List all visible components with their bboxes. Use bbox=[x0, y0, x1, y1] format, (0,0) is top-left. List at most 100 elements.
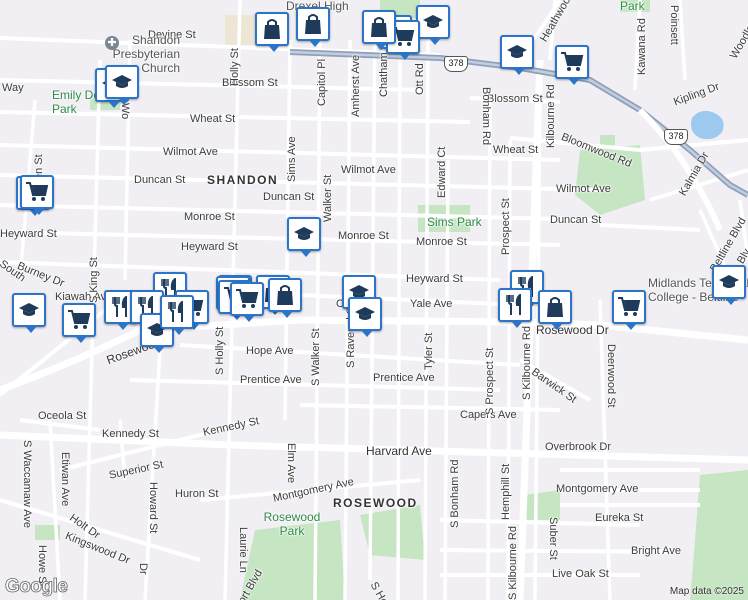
route-shield-378: 378 bbox=[444, 56, 468, 72]
neighborhood-shandon: SHANDON bbox=[207, 173, 279, 187]
map-marker-shopping-bag[interactable] bbox=[538, 290, 572, 330]
street-label-wheat: Wheat St bbox=[190, 113, 236, 125]
street-label-laurie: Laurie Ln bbox=[237, 527, 249, 573]
shopping-cart-icon bbox=[25, 181, 49, 203]
street-label-capitol: Capitol Pl bbox=[316, 58, 328, 106]
street-label-kilbourne: Kilbourne Rd bbox=[545, 84, 557, 148]
street-label-bright: Bright Ave bbox=[631, 545, 681, 557]
map-marker-shopping-bag[interactable] bbox=[268, 278, 302, 318]
street-label-sims: Sims Ave bbox=[286, 136, 298, 182]
street-label-hemphill: Hemphill St bbox=[500, 463, 512, 520]
street-label-kilbourne-south: S Kilbourne Rd bbox=[521, 326, 533, 400]
map-marker-shopping-cart[interactable] bbox=[230, 282, 264, 322]
street-label-heyward: Heyward St bbox=[181, 241, 238, 253]
route-shield-378-east: 378 bbox=[664, 129, 688, 145]
street-label-blossom-east: Blossom St bbox=[487, 93, 543, 105]
street-label-wilmot-center: Wilmot Ave bbox=[341, 164, 396, 176]
shopping-bag-icon bbox=[275, 284, 295, 306]
street-label-rosewood: Rosewood Dr bbox=[536, 323, 609, 337]
street-label-prentice: Prentice Ave bbox=[240, 374, 302, 386]
map-marker-school[interactable] bbox=[712, 265, 746, 305]
map-attribution: Map data ©2025 bbox=[669, 586, 744, 597]
street-label-elm: Elm Ave bbox=[285, 443, 297, 484]
shopping-cart-icon bbox=[560, 51, 584, 73]
street-label-king: S King St bbox=[88, 257, 100, 303]
school-icon bbox=[111, 73, 133, 91]
shopping-cart-icon bbox=[617, 296, 641, 318]
street-label-huron: Huron St bbox=[175, 488, 219, 500]
school-icon bbox=[354, 305, 376, 323]
street-label-wheat-east: Wheat St bbox=[493, 144, 539, 156]
street-label-wilmot-east: Wilmot Ave bbox=[556, 183, 611, 195]
street-label-monroe-east: Monroe St bbox=[416, 236, 467, 248]
school-icon bbox=[422, 13, 444, 31]
street-label-duncan-east: Duncan St bbox=[550, 214, 602, 226]
street-label-prospect: Prospect St bbox=[500, 198, 512, 255]
street-label-monroe-center: Monroe St bbox=[338, 230, 389, 242]
street-label-holly: Holly St bbox=[229, 48, 241, 86]
street-label-duncan-center: Duncan St bbox=[263, 191, 315, 203]
street-label-bonham-south: S Bonham Rd bbox=[449, 459, 461, 528]
map-marker-shopping-bag[interactable] bbox=[362, 10, 396, 50]
street-label-kilbourne-south-2: S Kilbourne Rd bbox=[507, 526, 519, 600]
street-label-howard: Howard St bbox=[147, 482, 159, 534]
neighborhood-rosewood: ROSEWOOD bbox=[333, 496, 418, 510]
map-marker-shopping-bag[interactable] bbox=[255, 12, 289, 52]
map-marker-school[interactable] bbox=[416, 5, 450, 45]
street-label-deerwood: Deerwood St bbox=[605, 344, 617, 408]
restaurant-icon bbox=[167, 301, 187, 323]
street-label-oceola: Oceola St bbox=[38, 410, 87, 422]
school-icon bbox=[293, 225, 315, 243]
street-label-harvard: Harvard Ave bbox=[366, 444, 432, 458]
street-label-live-oak: Live Oak St bbox=[552, 568, 609, 580]
street-label-tyler: Tyler St bbox=[423, 332, 435, 370]
street-label-suber: Suber St bbox=[547, 517, 559, 560]
street-label-waccamaw: S Waccamaw Ave bbox=[21, 440, 33, 529]
school-icon bbox=[18, 301, 40, 319]
map-marker-shopping-cart[interactable] bbox=[20, 175, 54, 215]
street-label-duncan: Duncan St bbox=[134, 174, 186, 186]
map-marker-shopping-bag[interactable] bbox=[296, 7, 330, 47]
school-icon bbox=[506, 43, 528, 61]
street-label-edward: Edward Ct bbox=[436, 146, 448, 198]
street-label-holly-south: S Holly St bbox=[214, 326, 226, 375]
park-top[interactable]: Park bbox=[620, 0, 645, 12]
map-marker-school[interactable] bbox=[12, 293, 46, 333]
street-label-prentice-center: Prentice Ave bbox=[373, 372, 435, 384]
street-label-walker-south: S Walker St bbox=[310, 328, 322, 386]
street-label-montgomery-east: Montgomery Ave bbox=[556, 483, 639, 495]
map-marker-restaurant[interactable] bbox=[160, 295, 194, 335]
school-icon bbox=[718, 273, 740, 291]
map-marker-school[interactable] bbox=[287, 217, 321, 257]
shopping-bag-icon bbox=[303, 13, 323, 35]
map-marker-shopping-cart[interactable] bbox=[612, 290, 646, 330]
street-label-monroe: Monroe St bbox=[184, 211, 235, 223]
map-marker-shopping-cart[interactable] bbox=[555, 45, 589, 85]
map-marker-school[interactable] bbox=[105, 65, 139, 105]
street-label-poinsett: Poinsett bbox=[668, 5, 680, 45]
church-icon: ✚ bbox=[105, 36, 119, 50]
map-marker-school[interactable] bbox=[348, 297, 382, 337]
map-canvas[interactable]: Devine St Blossom St Blossom St Wheat St… bbox=[0, 0, 748, 600]
park-rosewood[interactable]: Rosewood Park bbox=[257, 510, 327, 538]
street-label-kawana: Kawana Rd bbox=[636, 18, 648, 75]
map-marker-school[interactable] bbox=[500, 35, 534, 75]
street-label-overbrook: Overbrook Dr bbox=[545, 441, 612, 453]
street-label-eureka: Eureka St bbox=[595, 512, 644, 524]
street-label-etiwan: Etiwan Ave bbox=[59, 452, 71, 507]
park-sims[interactable]: Sims Park bbox=[427, 216, 482, 228]
street-label-amherst: Amherst Ave bbox=[350, 54, 362, 117]
map-marker-shopping-cart[interactable] bbox=[62, 303, 96, 343]
street-label-ott: Ott Rd bbox=[414, 63, 426, 95]
street-label-dr: Dr bbox=[137, 563, 149, 575]
street-label-way: Way bbox=[2, 82, 24, 94]
street-label-prospect-south: S Prospect St bbox=[484, 347, 496, 415]
street-label-hope: Hope Ave bbox=[246, 345, 294, 357]
street-label-heyward-west: Heyward St bbox=[0, 228, 57, 240]
map-marker-restaurant[interactable] bbox=[498, 288, 532, 328]
pond bbox=[691, 110, 724, 140]
shopping-bag-icon bbox=[369, 16, 389, 38]
street-label-wilmot: Wilmot Ave bbox=[163, 146, 218, 158]
shopping-bag-icon bbox=[262, 18, 282, 40]
street-label-bonham: Bonham Rd bbox=[480, 87, 492, 146]
